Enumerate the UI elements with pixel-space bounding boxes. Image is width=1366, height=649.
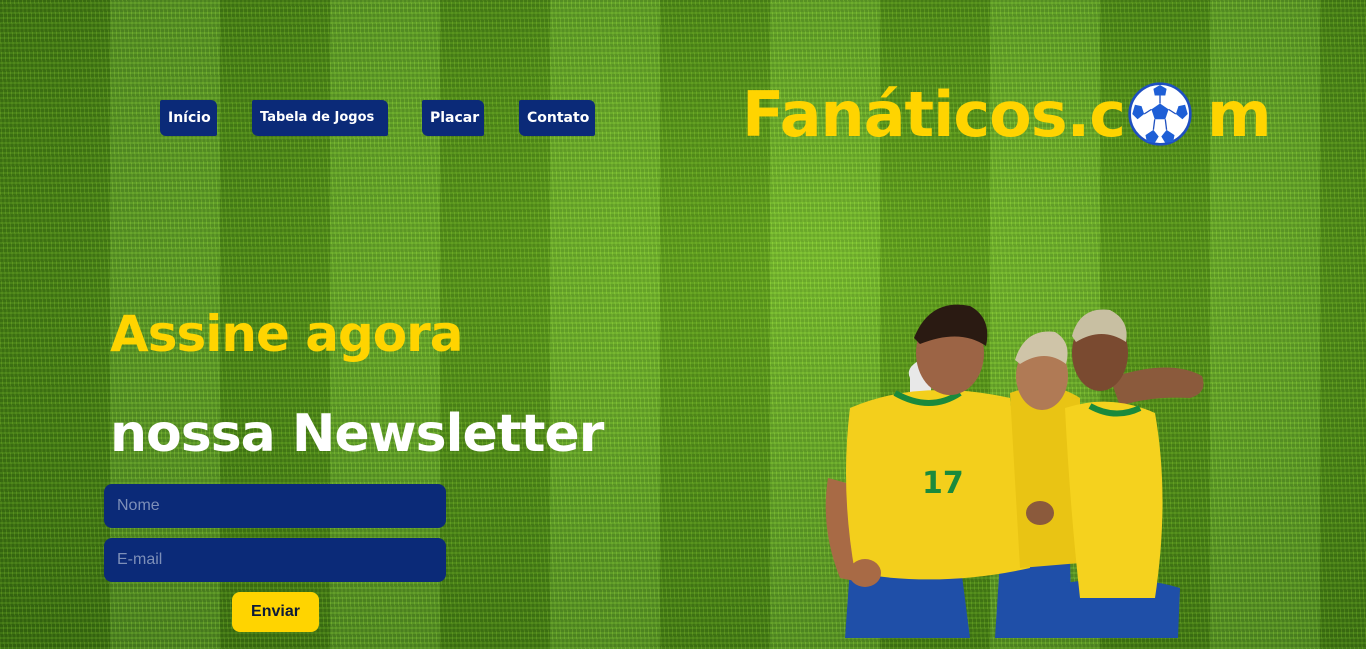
- submit-button[interactable]: Enviar: [232, 592, 319, 632]
- players-celebrating-image: 17: [825, 304, 1204, 638]
- nav-item-inicio[interactable]: Início: [160, 100, 217, 136]
- email-input[interactable]: [104, 538, 446, 582]
- nav-item-tabela-de-jogos[interactable]: Tabela de Jogos: [252, 100, 388, 136]
- site-logo: Fanáticos.c m: [742, 74, 1272, 154]
- name-input[interactable]: [104, 484, 446, 528]
- soccer-ball-icon: [1128, 82, 1192, 146]
- headline-subscribe-now: Assine agora: [110, 305, 464, 363]
- logo-text-end: m: [1206, 77, 1272, 151]
- main-nav: Início Tabela de Jogos Placar Contato: [160, 100, 595, 136]
- nav-item-contato[interactable]: Contato: [519, 100, 595, 136]
- logo-text-start: Fanáticos.c: [742, 77, 1126, 151]
- svg-text:17: 17: [922, 466, 964, 501]
- nav-item-placar[interactable]: Placar: [422, 100, 484, 136]
- headline-newsletter: nossa Newsletter: [110, 404, 604, 464]
